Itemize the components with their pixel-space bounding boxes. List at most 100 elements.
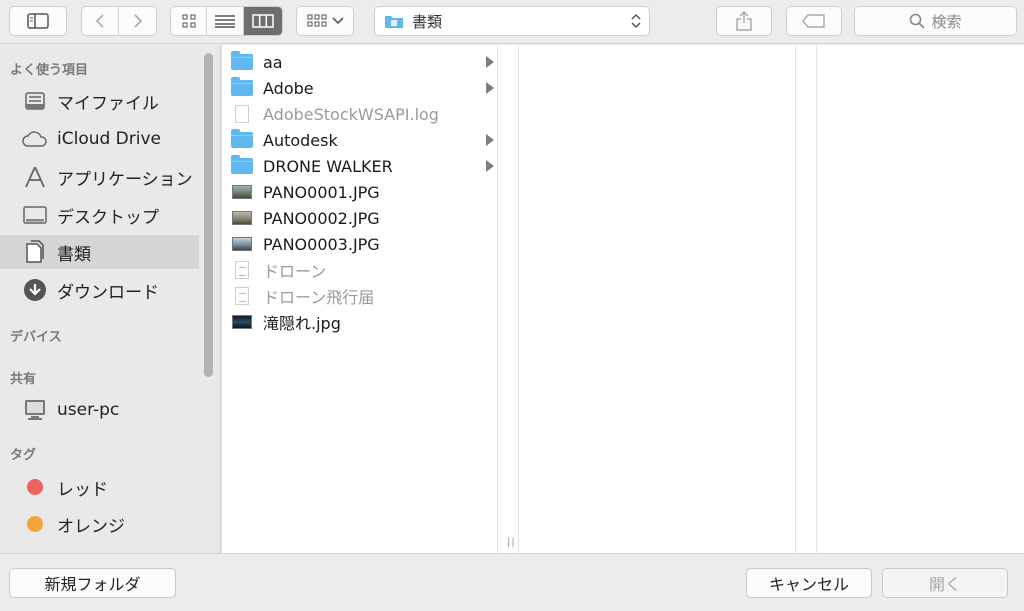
sidebar-item-user-pc[interactable]: user-pc <box>0 393 199 427</box>
disclosure-arrow-icon <box>486 160 494 172</box>
image-thumbnail-icon <box>232 315 252 329</box>
arrange-icon <box>307 14 326 27</box>
file-name: Autodesk <box>263 130 338 150</box>
folder-icon <box>231 155 253 174</box>
cloud-icon <box>22 126 48 152</box>
list-item[interactable]: PANO0002.JPG <box>222 205 498 231</box>
sidebar: よく使う項目 マイファイル iCloud Drive アプリケーション デスクト… <box>0 45 221 553</box>
list-item[interactable]: AdobeStockWSAPI.log <box>222 101 498 127</box>
list-item[interactable]: ドローン <box>222 257 498 283</box>
sidebar-item-label: iCloud Drive <box>57 129 162 149</box>
file-column: aa Adobe AdobeStockWSAPI.log Autodesk DR… <box>222 45 498 553</box>
share-icon <box>736 11 752 31</box>
group-by-button[interactable] <box>296 6 354 36</box>
sidebar-item-icloud-drive[interactable]: iCloud Drive <box>0 122 199 156</box>
sidebar-item-label: デスクトップ <box>57 207 159 228</box>
devices-header: デバイス <box>10 330 62 345</box>
view-mode-control <box>170 6 283 36</box>
list-view-button[interactable] <box>207 7 244 35</box>
pc-icon <box>22 397 48 423</box>
file-name: Adobe <box>263 78 314 98</box>
downloads-icon <box>22 277 48 303</box>
bottom-bar: 新規フォルダ キャンセル 開く <box>0 553 1024 611</box>
sidebar-item-label: ダウンロード <box>57 282 159 303</box>
red-tag-icon <box>27 479 43 495</box>
column-view-button[interactable] <box>243 7 282 35</box>
disclosure-arrow-icon <box>486 134 494 146</box>
all-my-files-icon <box>22 88 48 114</box>
search-field[interactable]: 検索 <box>854 6 1017 36</box>
image-thumbnail-icon <box>232 211 252 225</box>
sidebar-item-label: マイファイル <box>57 93 159 114</box>
forward-button[interactable] <box>119 7 156 35</box>
disclosure-arrow-icon <box>486 56 494 68</box>
shared-header: 共有 <box>10 372 37 387</box>
folder-icon <box>231 129 253 148</box>
sidebar-item-desktop[interactable]: デスクトップ <box>0 198 199 232</box>
column-resizer[interactable] <box>497 45 519 553</box>
grid-icon <box>182 14 196 28</box>
document-icon <box>235 105 249 123</box>
list-item[interactable]: PANO0003.JPG <box>222 231 498 257</box>
toolbar: 書類 検索 <box>0 0 1024 44</box>
search-placeholder: 検索 <box>931 12 962 31</box>
location-label: 書類 <box>412 12 443 31</box>
file-name: ドローン <box>263 262 327 281</box>
location-popup[interactable]: 書類 <box>374 6 650 36</box>
list-item[interactable]: DRONE WALKER <box>222 153 498 179</box>
applications-icon <box>22 164 48 190</box>
column-resizer[interactable] <box>795 45 817 553</box>
preview-column <box>817 45 1024 553</box>
tag-button[interactable] <box>786 6 842 36</box>
open-button[interactable]: 開く <box>882 568 1008 598</box>
list-item[interactable]: 滝隠れ.jpg <box>222 309 498 335</box>
sidebar-item-documents[interactable]: 書類 <box>0 235 199 269</box>
new-folder-button[interactable]: 新規フォルダ <box>9 568 176 598</box>
share-button[interactable] <box>716 6 772 36</box>
sidebar-toggle-button[interactable] <box>9 6 67 36</box>
icon-view-button[interactable] <box>171 7 208 35</box>
desktop-icon <box>22 202 48 228</box>
tag-icon <box>802 14 825 28</box>
file-name: PANO0001.JPG <box>263 182 380 202</box>
image-thumbnail-icon <box>232 185 252 199</box>
empty-column <box>519 45 795 553</box>
file-name: AdobeStockWSAPI.log <box>263 104 439 124</box>
sidebar-item-my-files[interactable]: マイファイル <box>0 84 199 118</box>
folder-icon <box>231 51 253 70</box>
list-item[interactable]: Adobe <box>222 75 498 101</box>
list-item[interactable]: aa <box>222 49 498 75</box>
file-name: PANO0003.JPG <box>263 234 380 254</box>
columns-icon <box>252 14 274 28</box>
sidebar-item-label: アプリケーション <box>57 169 193 190</box>
column-resize-grip-icon[interactable]: || <box>507 537 516 548</box>
file-name: DRONE WALKER <box>263 156 393 176</box>
sidebar-item-tag-red[interactable]: レッド <box>0 470 199 504</box>
file-name: aa <box>263 52 283 72</box>
updown-arrows-icon <box>631 13 641 29</box>
sidebar-item-applications[interactable]: アプリケーション <box>0 160 199 194</box>
sidebar-item-label: user-pc <box>57 400 120 420</box>
back-button[interactable] <box>82 7 120 35</box>
list-item[interactable]: PANO0001.JPG <box>222 179 498 205</box>
list-item[interactable]: Autodesk <box>222 127 498 153</box>
document-icon <box>235 261 249 279</box>
chevron-left-icon <box>95 14 104 28</box>
documents-icon <box>22 239 48 265</box>
search-icon <box>910 13 926 29</box>
cancel-button[interactable]: キャンセル <box>746 568 872 598</box>
sidebar-item-tag-orange[interactable]: オレンジ <box>0 507 199 541</box>
sidebar-item-label: 書類 <box>57 244 91 265</box>
sidebar-item-downloads[interactable]: ダウンロード <box>0 273 199 307</box>
sidebar-icon <box>27 13 49 29</box>
favorites-header: よく使う項目 <box>10 63 89 78</box>
file-name: PANO0002.JPG <box>263 208 380 228</box>
orange-tag-icon <box>27 516 43 532</box>
document-icon <box>235 287 249 305</box>
sidebar-item-label: レッド <box>57 479 108 500</box>
sidebar-scrollbar[interactable] <box>204 53 213 377</box>
list-item[interactable]: ドローン飛行届 <box>222 283 498 309</box>
sidebar-item-label: オレンジ <box>57 516 125 537</box>
chevron-right-icon <box>133 14 142 28</box>
disclosure-arrow-icon <box>486 82 494 94</box>
